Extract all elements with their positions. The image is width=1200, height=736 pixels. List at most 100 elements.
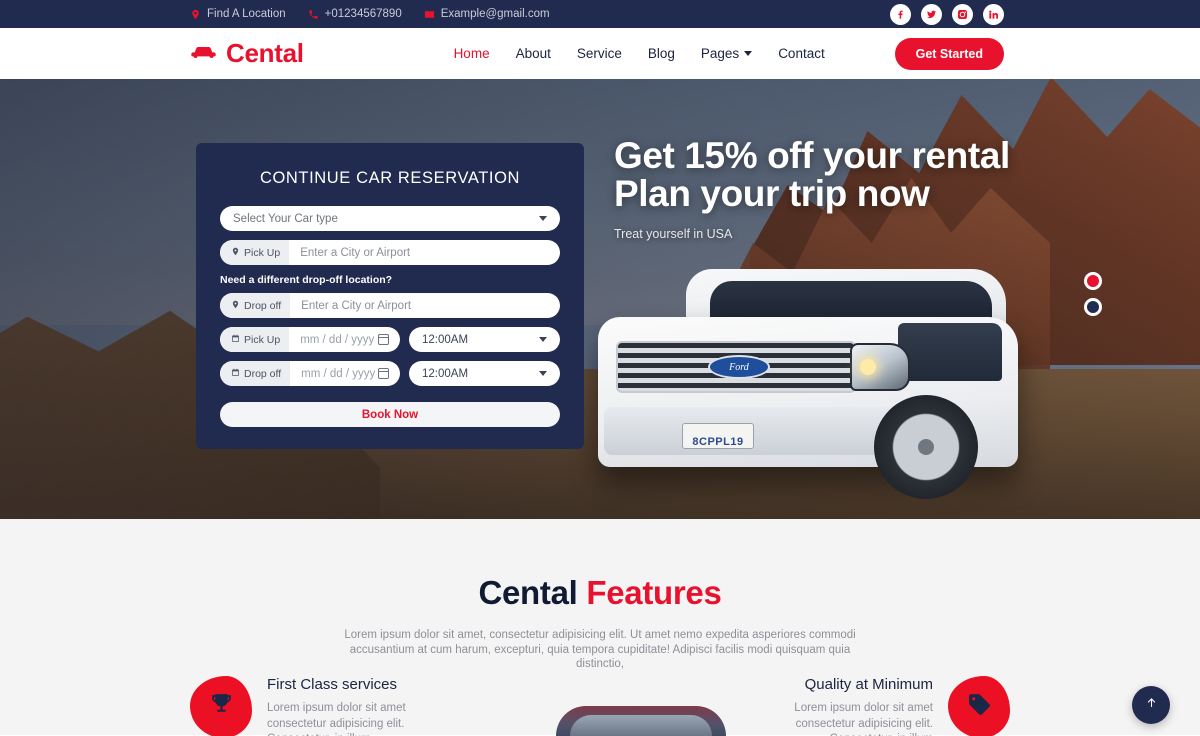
map-pin-icon <box>190 9 201 20</box>
dropoff-location-addon: Drop off <box>220 293 291 318</box>
book-now-button[interactable]: Book Now <box>220 402 560 427</box>
nav-item-about[interactable]: About <box>516 46 551 61</box>
car-type-select-value: Select Your Car type <box>233 212 338 225</box>
car-front-wheel <box>874 395 978 499</box>
car-bumper <box>604 407 904 455</box>
car-license-plate: 8CPPL19 <box>682 423 754 449</box>
chevron-down-icon <box>744 51 753 56</box>
twitter-icon[interactable] <box>921 3 942 25</box>
hero-slider-dots <box>1084 272 1102 316</box>
dropoff-location-label: Drop off <box>244 299 282 312</box>
feature-text-wrap: First Class services Lorem ipsum dolor s… <box>267 676 460 736</box>
feature-icon-wrap <box>190 676 252 736</box>
find-location-item[interactable]: Find A Location <box>190 8 286 20</box>
hero-car-image: Ford 8CPPL19 <box>598 251 1018 501</box>
landing-page: Find A Location +01234567890 Example@gma… <box>0 0 1200 736</box>
calendar-picker-icon[interactable] <box>377 368 390 379</box>
arrow-up-icon <box>1145 696 1158 714</box>
brand-logo[interactable]: Cental <box>190 38 304 69</box>
dropoff-date-field[interactable]: Drop off mm / dd / yyyy <box>220 361 400 386</box>
brand-name: Cental <box>226 38 304 68</box>
feature-item-quality: Quality at Minimum Lorem ipsum dolor sit… <box>740 676 1010 736</box>
pickup-datetime-row: Pick Up mm / dd / yyyy 12:00AM <box>220 327 560 352</box>
car-logo-icon <box>190 42 217 65</box>
email-label: Example@gmail.com <box>440 8 550 20</box>
top-contact-bar: Find A Location +01234567890 Example@gma… <box>0 0 1200 28</box>
car-side-window <box>898 323 1002 381</box>
hero-headline-line1: Get 15% off your rental <box>614 135 1010 176</box>
dropoff-location-input[interactable] <box>290 293 560 318</box>
feature-body: Lorem ipsum dolor sit amet consectetur a… <box>267 702 406 736</box>
slider-dot-2[interactable] <box>1084 298 1102 316</box>
instagram-icon[interactable] <box>952 3 973 25</box>
hero-headline: Get 15% off your rental Plan your trip n… <box>614 135 1010 215</box>
dropoff-question: Need a different drop-off location? <box>220 274 393 286</box>
features-section: Cental Features Lorem ipsum dolor sit am… <box>0 519 1200 735</box>
nav-item-contact[interactable]: Contact <box>778 46 825 61</box>
price-tag-icon <box>967 692 992 722</box>
dropoff-time-value: 12:00AM <box>422 367 469 380</box>
nav-item-home-label: Home <box>453 46 490 61</box>
feature-icon-wrap <box>948 676 1010 736</box>
scroll-to-top-button[interactable] <box>1132 686 1170 724</box>
features-car-image <box>556 706 726 736</box>
pickup-date-field[interactable]: Pick Up mm / dd / yyyy <box>220 327 400 352</box>
linkedin-icon[interactable] <box>983 3 1004 25</box>
slider-dot-1[interactable] <box>1084 272 1102 290</box>
pickup-date-label: Pick Up <box>244 333 281 346</box>
pickup-location-field[interactable]: Pick Up <box>220 240 560 265</box>
pickup-date-value: mm / dd / yyyy <box>300 333 375 346</box>
pickup-location-input[interactable] <box>289 240 560 265</box>
social-links <box>890 3 1004 25</box>
hero-headline-line2: Plan your trip now <box>614 173 930 215</box>
nav-item-about-label: About <box>515 46 551 61</box>
calendar-icon <box>231 367 240 381</box>
phone-label: +01234567890 <box>324 8 402 20</box>
dropoff-time-select[interactable]: 12:00AM <box>409 361 560 386</box>
phone-icon <box>308 9 319 20</box>
feature-item-first-class: First Class services Lorem ipsum dolor s… <box>190 676 460 736</box>
hero-subtitle: Treat yourself in USA <box>614 227 733 242</box>
facebook-icon[interactable] <box>890 3 911 25</box>
features-title: Cental Features <box>0 519 1200 612</box>
hero-copy: Get 15% off your rental Plan your trip n… <box>614 135 1010 242</box>
nav-item-contact-label: Contact <box>778 46 825 61</box>
features-title-plain: Cental <box>478 574 587 611</box>
nav-menu: Home About Service Blog Pages Contact <box>454 46 825 61</box>
chevron-down-icon <box>539 371 547 376</box>
nav-item-home[interactable]: Home <box>454 46 490 61</box>
dropoff-datetime-row: Drop off mm / dd / yyyy 12:00AM <box>220 361 560 386</box>
nav-item-pages-label: Pages <box>700 46 740 61</box>
feature-title: Quality at Minimum <box>804 676 933 693</box>
pickup-location-addon: Pick Up <box>220 240 290 265</box>
chevron-down-icon <box>539 216 547 221</box>
nav-item-blog[interactable]: Blog <box>648 46 675 61</box>
pickup-date-addon: Pick Up <box>220 327 290 352</box>
feature-body: Lorem ipsum dolor sit amet consectetur a… <box>794 702 933 736</box>
main-navbar: Cental Home About Service Blog Pages Con… <box>0 28 1200 79</box>
chevron-down-icon <box>539 337 547 342</box>
calendar-picker-icon[interactable] <box>377 334 390 345</box>
pickup-time-select[interactable]: 12:00AM <box>409 327 560 352</box>
reservation-title: CONTINUE CAR RESERVATION <box>259 169 521 187</box>
get-started-button[interactable]: Get Started <box>894 37 1004 70</box>
dropoff-date-value: mm / dd / yyyy <box>301 367 376 380</box>
nav-item-pages[interactable]: Pages <box>700 46 753 61</box>
car-brand-badge: Ford <box>708 355 770 379</box>
email-item[interactable]: Example@gmail.com <box>424 8 550 20</box>
pickup-time-value: 12:00AM <box>422 333 469 346</box>
feature-title: First Class services <box>267 676 398 693</box>
nav-item-service-label: Service <box>576 46 622 61</box>
dropoff-date-label: Drop off <box>244 367 282 380</box>
nav-item-blog-label: Blog <box>647 46 675 61</box>
hero-section: Ford 8CPPL19 Get 15% off your rental Pla… <box>0 79 1200 519</box>
feature-text-wrap: Quality at Minimum Lorem ipsum dolor sit… <box>740 676 933 736</box>
nav-item-service[interactable]: Service <box>577 46 622 61</box>
envelope-icon <box>424 9 435 20</box>
car-type-select[interactable]: Select Your Car type <box>220 206 560 231</box>
calendar-icon <box>231 333 240 347</box>
contact-info-group: Find A Location +01234567890 Example@gma… <box>190 8 550 20</box>
phone-item[interactable]: +01234567890 <box>308 8 402 20</box>
features-description: Lorem ipsum dolor sit amet, consectetur … <box>344 629 856 671</box>
dropoff-location-field[interactable]: Drop off <box>220 293 560 318</box>
